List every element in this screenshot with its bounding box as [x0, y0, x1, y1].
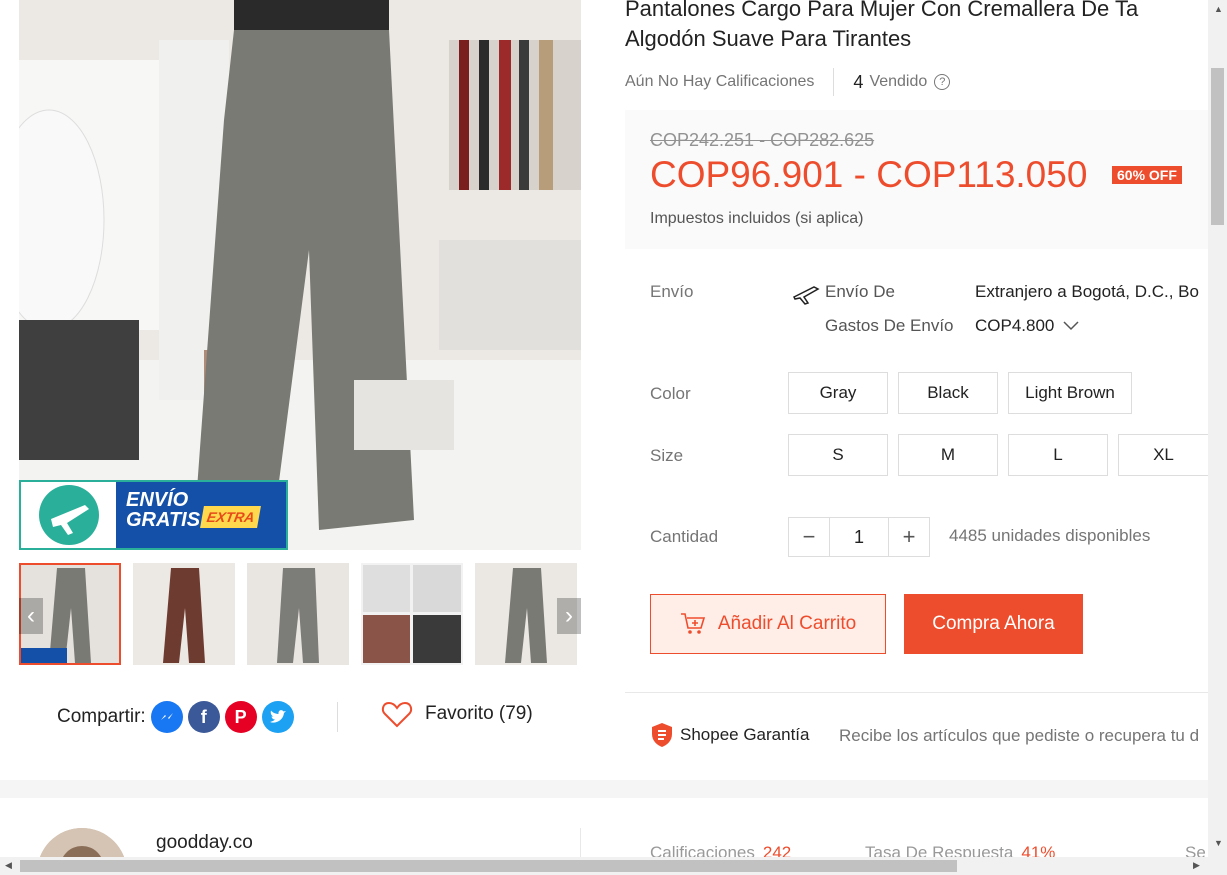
facebook-icon[interactable]: f — [187, 701, 220, 733]
sold-label: Vendido — [869, 73, 928, 90]
shipping-from-label: Envío De — [825, 282, 895, 301]
original-price: COP242.251 - COP282.625 — [650, 130, 875, 150]
title-line2: Algodón Suave Para Tirantes — [625, 26, 912, 51]
shopee-guarantee[interactable]: Shopee Garantía — [650, 722, 809, 748]
product-card: ENVÍO GRATIS EXTRA ‹ › Compartir: f P Fa… — [0, 0, 1208, 780]
share-label: Compartir: — [57, 706, 146, 727]
size-option-m[interactable]: M — [898, 434, 998, 476]
color-option-light-brown[interactable]: Light Brown — [1008, 372, 1132, 414]
color-option-black[interactable]: Black — [898, 372, 998, 414]
sold-count: 4 — [853, 71, 864, 92]
scroll-down-icon[interactable]: ▼ — [1214, 838, 1223, 848]
price-box: COP242.251 - COP282.625 COP96.901 - COP1… — [625, 110, 1208, 249]
plane-logo-icon — [21, 482, 116, 548]
meta-divider — [833, 68, 835, 96]
add-to-cart-button[interactable]: Añadir Al Carrito — [650, 594, 886, 654]
chevron-down-icon — [1063, 316, 1079, 336]
seller-name[interactable]: goodday.co — [156, 832, 253, 854]
twitter-icon[interactable] — [261, 701, 294, 733]
thumbnail[interactable] — [361, 563, 463, 665]
favorite-button[interactable]: Favorito (79) — [381, 700, 533, 728]
shield-icon — [652, 723, 672, 747]
free-shipping-badge: ENVÍO GRATIS EXTRA — [19, 480, 288, 550]
shipping-cost-dropdown[interactable]: COP4.800 — [975, 316, 1079, 336]
title-line1: Pantalones Cargo Para Mujer Con Cremalle… — [625, 0, 1139, 21]
size-option-xl[interactable]: XL — [1118, 434, 1208, 476]
shipping-label: Envío — [650, 282, 694, 301]
tax-note: Impuestos incluidos (si aplica) — [650, 210, 864, 227]
thumbnail[interactable] — [247, 563, 349, 665]
product-meta: Aún No Hay Calificaciones 4 Vendido ? — [625, 68, 951, 96]
increase-button[interactable]: + — [889, 518, 929, 556]
size-option-l[interactable]: L — [1008, 434, 1108, 476]
color-option-gray[interactable]: Gray — [788, 372, 888, 414]
guarantee-description: Recibe los artículos que pediste o recup… — [839, 726, 1200, 745]
pinterest-icon[interactable]: P — [224, 701, 257, 733]
quantity-label: Cantidad — [650, 527, 719, 546]
airplane-icon — [792, 283, 820, 310]
size-option-s[interactable]: S — [788, 434, 888, 476]
heart-icon — [381, 701, 413, 728]
messenger-icon[interactable] — [150, 701, 183, 733]
thumbnail-prev-arrow[interactable]: ‹ — [19, 598, 43, 634]
quantity-input[interactable]: 1 — [829, 518, 889, 556]
shipping-cost-label: Gastos De Envío — [825, 316, 954, 335]
section-divider — [625, 692, 1208, 693]
add-to-cart-label: Añadir Al Carrito — [717, 613, 857, 634]
color-label: Color — [650, 384, 691, 403]
discount-badge: 60% OFF — [1112, 166, 1182, 184]
scroll-up-icon[interactable]: ▲ — [1214, 4, 1223, 14]
badge-extra: EXTRA — [200, 506, 262, 528]
vertical-scrollbar[interactable]: ▲ ▼ — [1208, 0, 1227, 857]
product-title: Pantalones Cargo Para Mujer Con Cremalle… — [625, 0, 1207, 54]
favorite-count: Favorito (79) — [425, 703, 533, 724]
cart-icon — [680, 613, 705, 634]
thumbnail-next-arrow[interactable]: › — [557, 598, 581, 634]
share-row: Compartir: f P — [57, 700, 294, 734]
vertical-scroll-thumb[interactable] — [1211, 68, 1224, 225]
shipping-cost-value: COP4.800 — [975, 316, 1055, 335]
guarantee-title: Shopee Garantía — [680, 725, 810, 744]
size-label: Size — [650, 446, 684, 465]
horizontal-scrollbar[interactable]: ◀ ▶ — [0, 857, 1227, 875]
main-product-image[interactable]: ENVÍO GRATIS EXTRA — [19, 0, 581, 550]
thumbnail-strip — [19, 563, 581, 665]
current-price: COP96.901 - COP113.050 — [650, 154, 1088, 195]
free-shipping-text: ENVÍO GRATIS EXTRA — [116, 482, 286, 548]
scroll-right-icon[interactable]: ▶ — [1193, 860, 1200, 871]
help-icon[interactable]: ? — [934, 74, 951, 90]
ratings-text[interactable]: Aún No Hay Calificaciones — [625, 73, 814, 91]
decrease-button[interactable]: − — [789, 518, 829, 556]
buy-now-button[interactable]: Compra Ahora — [904, 594, 1083, 654]
thumbnail[interactable] — [133, 563, 235, 665]
quantity-stepper: − 1 + — [788, 517, 930, 557]
product-page: ENVÍO GRATIS EXTRA ‹ › Compartir: f P Fa… — [0, 0, 1227, 875]
share-divider — [337, 702, 338, 732]
shipping-from-value: Extranjero a Bogotá, D.C., Bo — [975, 282, 1199, 301]
horizontal-scroll-thumb[interactable] — [20, 860, 957, 872]
scroll-left-icon[interactable]: ◀ — [5, 860, 12, 871]
stock-available: 4485 unidades disponibles — [949, 526, 1151, 545]
